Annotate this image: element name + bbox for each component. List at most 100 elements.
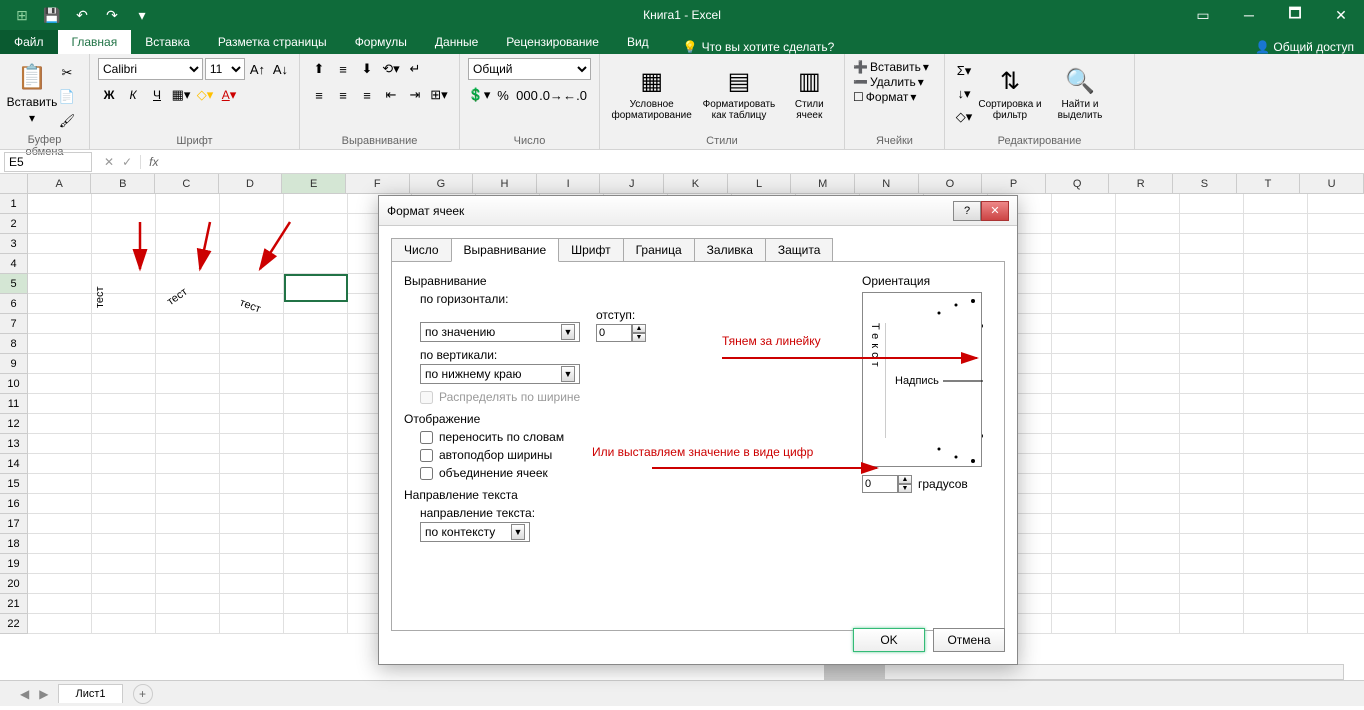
cell[interactable] — [156, 434, 220, 454]
cell[interactable] — [156, 514, 220, 534]
cell[interactable] — [28, 514, 92, 534]
sort-filter-button[interactable]: ⇅Сортировка и фильтр — [975, 58, 1045, 128]
cell[interactable] — [1244, 474, 1308, 494]
cell[interactable] — [1308, 334, 1364, 354]
cell[interactable] — [28, 334, 92, 354]
cell[interactable] — [1052, 294, 1116, 314]
cell[interactable] — [156, 354, 220, 374]
cell[interactable] — [1052, 194, 1116, 214]
inc-decimal[interactable]: .0→ — [540, 84, 562, 106]
indent-button[interactable]: ⇥ — [404, 84, 426, 106]
cell[interactable] — [284, 414, 348, 434]
shrink-fit-checkbox[interactable] — [420, 449, 433, 462]
select-all-corner[interactable] — [0, 174, 28, 194]
maximize-button[interactable]: 🗖 — [1272, 0, 1318, 30]
add-sheet-button[interactable]: + — [133, 684, 153, 704]
cell[interactable] — [220, 594, 284, 614]
cell[interactable] — [1308, 414, 1364, 434]
cell[interactable] — [92, 334, 156, 354]
autosum-button[interactable]: Σ▾ — [953, 60, 975, 82]
cell[interactable] — [92, 414, 156, 434]
cell[interactable] — [1052, 254, 1116, 274]
cell[interactable] — [92, 354, 156, 374]
tab-data[interactable]: Данные — [421, 30, 492, 54]
cell[interactable] — [220, 394, 284, 414]
cell[interactable] — [220, 614, 284, 634]
cell[interactable] — [1308, 494, 1364, 514]
cell[interactable] — [1180, 594, 1244, 614]
cell[interactable] — [1244, 394, 1308, 414]
column-header[interactable]: D — [219, 174, 283, 194]
cell[interactable] — [284, 434, 348, 454]
cell[interactable] — [28, 574, 92, 594]
cell[interactable] — [220, 474, 284, 494]
column-header[interactable]: F — [346, 174, 410, 194]
cell[interactable] — [28, 454, 92, 474]
cell[interactable] — [92, 434, 156, 454]
paste-button[interactable]: 📋Вставить▾ — [8, 58, 56, 128]
cell[interactable] — [220, 454, 284, 474]
cell[interactable] — [220, 194, 284, 214]
ok-button[interactable]: OK — [853, 628, 925, 652]
cell[interactable] — [1308, 614, 1364, 634]
align-middle[interactable]: ≡ — [332, 58, 354, 80]
row-header[interactable]: 7 — [0, 314, 28, 334]
cell[interactable] — [28, 314, 92, 334]
insert-cells-button[interactable]: ➕ Вставить ▾ — [853, 60, 936, 74]
cell[interactable] — [1180, 494, 1244, 514]
cell[interactable] — [220, 374, 284, 394]
text-direction-dropdown[interactable]: по контексту▼ — [420, 522, 530, 542]
cell[interactable] — [1308, 454, 1364, 474]
cell[interactable] — [1052, 274, 1116, 294]
cell[interactable] — [1244, 214, 1308, 234]
row-header[interactable]: 22 — [0, 614, 28, 634]
font-color-button[interactable]: A▾ — [218, 84, 240, 106]
cell[interactable] — [1244, 414, 1308, 434]
row-header[interactable]: 15 — [0, 474, 28, 494]
cell[interactable] — [1308, 374, 1364, 394]
format-painter-button[interactable]: 🖌 — [56, 110, 78, 132]
row-header[interactable]: 8 — [0, 334, 28, 354]
cell[interactable] — [28, 494, 92, 514]
cell[interactable] — [1116, 474, 1180, 494]
cell[interactable] — [1116, 414, 1180, 434]
cell[interactable] — [28, 434, 92, 454]
cell[interactable] — [156, 474, 220, 494]
cell[interactable] — [1244, 334, 1308, 354]
cell[interactable] — [92, 394, 156, 414]
cell[interactable] — [28, 374, 92, 394]
cell[interactable] — [1308, 214, 1364, 234]
column-header[interactable]: J — [600, 174, 664, 194]
dlg-tab-fill[interactable]: Заливка — [694, 238, 766, 262]
cell[interactable] — [284, 614, 348, 634]
cell[interactable] — [1116, 574, 1180, 594]
row-header[interactable]: 10 — [0, 374, 28, 394]
cell[interactable] — [1244, 254, 1308, 274]
save-button[interactable]: 💾 — [38, 3, 66, 27]
cell[interactable] — [1244, 534, 1308, 554]
cell[interactable] — [1052, 494, 1116, 514]
column-header[interactable]: N — [855, 174, 919, 194]
enter-formula[interactable]: ✓ — [122, 155, 132, 169]
cell[interactable] — [1052, 574, 1116, 594]
prev-sheet[interactable]: ◀ — [20, 687, 29, 701]
cell[interactable] — [1116, 594, 1180, 614]
comma-button[interactable]: 000 — [516, 84, 538, 106]
cell[interactable] — [1244, 494, 1308, 514]
cell[interactable] — [1244, 194, 1308, 214]
cell[interactable] — [284, 514, 348, 534]
align-right[interactable]: ≡ — [356, 84, 378, 106]
wrap-text-checkbox[interactable] — [420, 431, 433, 444]
currency-button[interactable]: 💲▾ — [468, 84, 490, 106]
cell[interactable] — [156, 574, 220, 594]
cell[interactable] — [220, 534, 284, 554]
column-header[interactable]: E — [282, 174, 346, 194]
cell[interactable] — [284, 594, 348, 614]
cell[interactable] — [1308, 254, 1364, 274]
ribbon-options-button[interactable]: ▭ — [1180, 0, 1226, 30]
cell[interactable] — [92, 474, 156, 494]
align-top[interactable]: ⬆ — [308, 58, 330, 80]
clear-button[interactable]: ◇▾ — [953, 106, 975, 128]
row-header[interactable]: 13 — [0, 434, 28, 454]
cell[interactable] — [1180, 514, 1244, 534]
